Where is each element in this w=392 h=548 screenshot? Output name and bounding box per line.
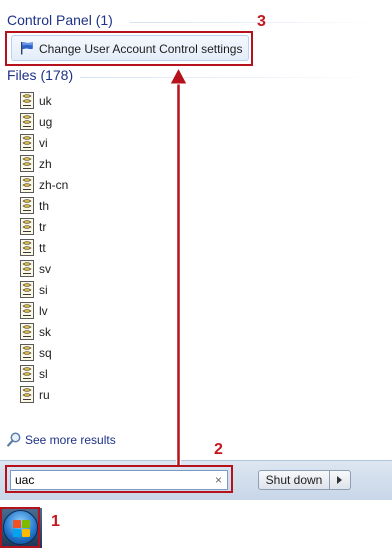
change-uac-settings-item[interactable]: Change User Account Control settings: [11, 35, 249, 61]
uac-flag-icon: [21, 42, 33, 55]
file-result-item[interactable]: uk: [19, 91, 219, 112]
change-uac-settings-label: Change User Account Control settings: [39, 42, 243, 56]
control-panel-group-header[interactable]: Control Panel (1): [7, 12, 113, 28]
file-result-item[interactable]: sk: [19, 322, 219, 343]
file-icon: [20, 92, 34, 109]
file-icon: [20, 260, 34, 277]
file-icon: [20, 218, 34, 235]
start-flag-red: [13, 520, 21, 528]
file-result-item[interactable]: vi: [19, 133, 219, 154]
annotation-number-2: 2: [214, 441, 223, 458]
file-name-label: lv: [39, 304, 48, 318]
file-name-label: uk: [39, 94, 52, 108]
annotation-number-3: 3: [257, 13, 266, 30]
file-icon: [20, 323, 34, 340]
file-name-label: sk: [39, 325, 51, 339]
start-flag-green: [22, 520, 30, 528]
file-results-list: uk ug vi zh zh-cn th tr tt sv si lv sk sq sl ru: [19, 91, 219, 406]
file-icon: [20, 239, 34, 256]
start-flag-yellow: [22, 529, 30, 537]
file-result-item[interactable]: sq: [19, 343, 219, 364]
see-more-results-label: See more results: [25, 433, 116, 447]
file-icon: [20, 176, 34, 193]
file-result-item[interactable]: th: [19, 196, 219, 217]
file-icon: [20, 302, 34, 319]
files-group-header[interactable]: Files (178): [7, 67, 73, 83]
annotation-number-1: 1: [51, 513, 60, 530]
see-more-results-link[interactable]: See more results: [7, 431, 147, 449]
start-menu-panel: Control Panel (1) Change User Account Co…: [0, 0, 392, 500]
file-icon: [20, 113, 34, 130]
triangle-right-icon: [337, 476, 342, 484]
shutdown-options-button[interactable]: [329, 470, 351, 490]
file-result-item[interactable]: lv: [19, 301, 219, 322]
file-result-item[interactable]: si: [19, 280, 219, 301]
file-result-item[interactable]: tr: [19, 217, 219, 238]
file-icon: [20, 365, 34, 382]
search-box: ×: [10, 470, 228, 490]
search-input[interactable]: [15, 472, 205, 488]
file-name-label: tr: [39, 220, 47, 234]
start-flag-blue: [13, 529, 21, 537]
file-name-label: sv: [39, 262, 51, 276]
magnifier-icon: [7, 432, 21, 447]
file-name-label: tt: [39, 241, 46, 255]
file-result-item[interactable]: zh-cn: [19, 175, 219, 196]
file-result-item[interactable]: sl: [19, 364, 219, 385]
file-name-label: zh: [39, 157, 52, 171]
file-name-label: vi: [39, 136, 48, 150]
file-name-label: sl: [39, 367, 48, 381]
shutdown-button[interactable]: Shut down: [258, 470, 330, 490]
file-result-item[interactable]: tt: [19, 238, 219, 259]
file-result-item[interactable]: sv: [19, 259, 219, 280]
file-result-item[interactable]: ug: [19, 112, 219, 133]
file-name-label: th: [39, 199, 50, 213]
file-name-label: ug: [39, 115, 53, 129]
file-icon: [20, 155, 34, 172]
search-bar-area: × Shut down: [0, 460, 392, 501]
file-icon: [20, 344, 34, 361]
file-name-label: sq: [39, 346, 52, 360]
file-name-label: zh-cn: [39, 178, 69, 192]
file-result-item[interactable]: zh: [19, 154, 219, 175]
file-name-label: si: [39, 283, 48, 297]
clear-search-icon[interactable]: ×: [215, 473, 222, 487]
file-result-item[interactable]: ru: [19, 385, 219, 406]
group-divider: [80, 77, 385, 78]
windows-start-orb-icon[interactable]: [3, 510, 38, 545]
file-icon: [20, 281, 34, 298]
file-icon: [20, 386, 34, 403]
file-name-label: ru: [39, 388, 50, 402]
file-icon: [20, 197, 34, 214]
file-icon: [20, 134, 34, 151]
